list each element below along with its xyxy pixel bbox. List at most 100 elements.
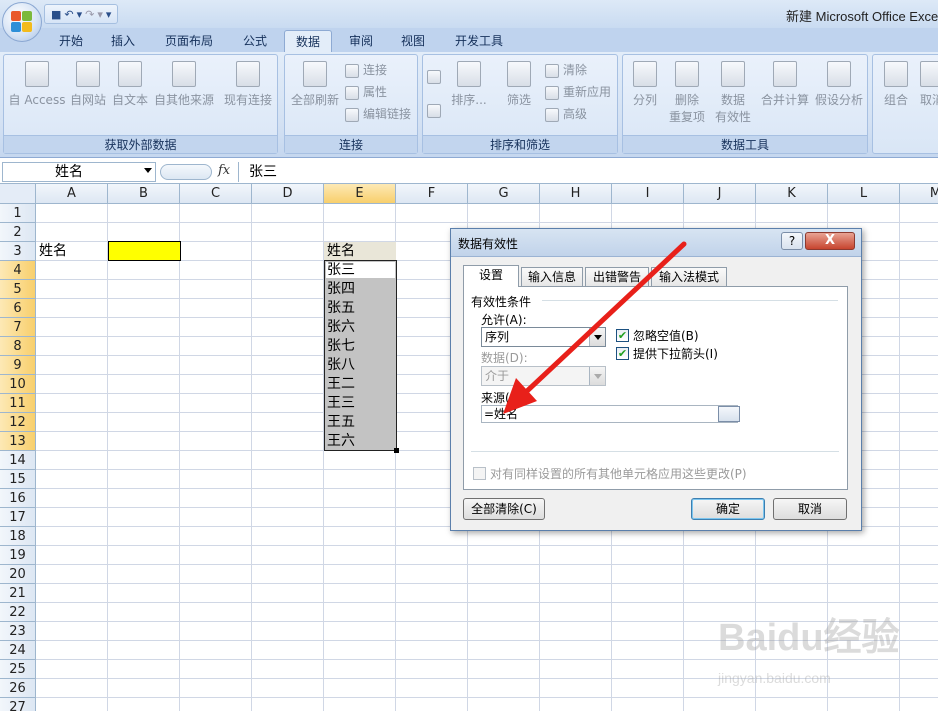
range-select-icon[interactable] [718,406,740,422]
sort-descending-button[interactable] [427,103,445,118]
advanced-button[interactable]: 高级 [545,105,587,122]
column-header-b[interactable]: B [108,184,180,204]
row-header-8[interactable]: 8 [0,337,36,356]
cell-e3[interactable]: 姓名 [324,242,396,261]
consolidate-button[interactable]: 合并计算 [759,61,811,108]
row-header-27[interactable]: 27 [0,698,36,711]
cancel-button[interactable]: 取消 [773,498,847,520]
row-header-13[interactable]: 13 [0,432,36,451]
remove-duplicates-button[interactable]: 删除 重复项 [667,61,707,125]
row-header-15[interactable]: 15 [0,470,36,489]
row-header-19[interactable]: 19 [0,546,36,565]
undo-dropdown-icon[interactable]: ▾ [77,8,83,21]
name-cell-e11[interactable]: 王三 [324,394,396,412]
column-header-e[interactable]: E [324,184,396,204]
column-header-i[interactable]: I [612,184,684,204]
row-header-7[interactable]: 7 [0,318,36,337]
existing-connections-button[interactable]: 现有连接 [222,61,274,108]
tab-home[interactable]: 开始 [48,30,94,52]
select-all-corner[interactable] [0,184,36,204]
name-box-dropdown-icon[interactable] [144,168,152,173]
ok-button[interactable]: 确定 [691,498,765,520]
close-button[interactable]: X [805,232,855,250]
fill-handle[interactable] [394,448,399,453]
name-cell-e12[interactable]: 王五 [324,413,396,431]
tab-ime-mode[interactable]: 输入法模式 [651,267,727,286]
name-box[interactable]: 姓名 [2,162,156,182]
formula-input[interactable]: 张三 [238,162,938,182]
ignore-blank-checkbox[interactable]: ✔ [616,329,629,342]
redo-icon[interactable]: ↷ [85,8,94,21]
column-header-f[interactable]: F [396,184,468,204]
row-header-24[interactable]: 24 [0,641,36,660]
name-cell-e4[interactable]: 张三 [324,261,396,279]
customize-qat-icon[interactable]: ▾ [106,8,112,21]
ungroup-button[interactable]: 取消 [917,61,938,108]
name-cell-e8[interactable]: 张七 [324,337,396,355]
row-header-6[interactable]: 6 [0,299,36,318]
from-other-sources-button[interactable]: 自其他来源 [152,61,216,108]
tab-view[interactable]: 视图 [390,30,436,52]
clear-all-button[interactable]: 全部清除(C) [463,498,545,520]
reapply-button[interactable]: 重新应用 [545,83,611,100]
group-button[interactable]: 组合 [879,61,913,108]
row-header-5[interactable]: 5 [0,280,36,299]
row-header-3[interactable]: 3 [0,242,36,261]
row-header-26[interactable]: 26 [0,679,36,698]
row-header-11[interactable]: 11 [0,394,36,413]
what-if-analysis-button[interactable]: 假设分析 [813,61,865,108]
row-header-9[interactable]: 9 [0,356,36,375]
save-icon[interactable]: ■ [51,8,61,21]
row-header-21[interactable]: 21 [0,584,36,603]
in-cell-dropdown-checkbox[interactable]: ✔ [616,347,629,360]
help-button[interactable]: ? [781,232,803,250]
row-header-12[interactable]: 12 [0,413,36,432]
from-web-button[interactable]: 自网站 [68,61,108,108]
column-header-a[interactable]: A [36,184,108,204]
office-button[interactable] [2,2,42,42]
tab-error-alert[interactable]: 出错警告 [585,267,649,286]
tab-insert[interactable]: 插入 [100,30,146,52]
name-cell-e7[interactable]: 张六 [324,318,396,336]
column-header-k[interactable]: K [756,184,828,204]
name-cell-e5[interactable]: 张四 [324,280,396,298]
tab-data[interactable]: 数据 [284,30,332,52]
row-header-16[interactable]: 16 [0,489,36,508]
column-header-c[interactable]: C [180,184,252,204]
dialog-title-bar[interactable]: 数据有效性 ? X [451,229,861,257]
properties-button[interactable]: 属性 [345,83,387,100]
tab-formulas[interactable]: 公式 [232,30,278,52]
from-text-button[interactable]: 自文本 [110,61,150,108]
cell-a3[interactable]: 姓名 [36,242,67,261]
row-header-20[interactable]: 20 [0,565,36,584]
column-header-h[interactable]: H [540,184,612,204]
formula-bar-splitter[interactable] [160,164,212,180]
name-cell-e6[interactable]: 张五 [324,299,396,317]
name-cell-e13[interactable]: 王六 [324,432,396,450]
row-header-1[interactable]: 1 [0,204,36,223]
allow-select[interactable]: 序列 [481,327,606,347]
column-header-d[interactable]: D [252,184,324,204]
tab-settings[interactable]: 设置 [463,265,519,287]
column-header-j[interactable]: J [684,184,756,204]
filter-button[interactable]: 筛选 [499,61,539,108]
refresh-all-button[interactable]: 全部刷新 [289,61,341,108]
column-header-g[interactable]: G [468,184,540,204]
connections-button[interactable]: 连接 [345,61,387,78]
sort-ascending-button[interactable] [427,69,445,84]
allow-dropdown-icon[interactable] [589,328,605,346]
undo-icon[interactable]: ↶ [64,8,73,21]
row-header-10[interactable]: 10 [0,375,36,394]
text-to-columns-button[interactable]: 分列 [627,61,663,108]
data-validation-button[interactable]: 数据 有效性 [711,61,755,125]
name-cell-e10[interactable]: 王二 [324,375,396,393]
from-access-button[interactable]: 自 Access [8,61,66,108]
column-header-m[interactable]: M [900,184,938,204]
row-header-17[interactable]: 17 [0,508,36,527]
row-header-23[interactable]: 23 [0,622,36,641]
name-cell-e9[interactable]: 张八 [324,356,396,374]
sort-button[interactable]: 排序... [449,61,489,108]
tab-developer[interactable]: 开发工具 [444,30,514,52]
source-input[interactable]: =姓名 [481,405,738,423]
row-header-18[interactable]: 18 [0,527,36,546]
